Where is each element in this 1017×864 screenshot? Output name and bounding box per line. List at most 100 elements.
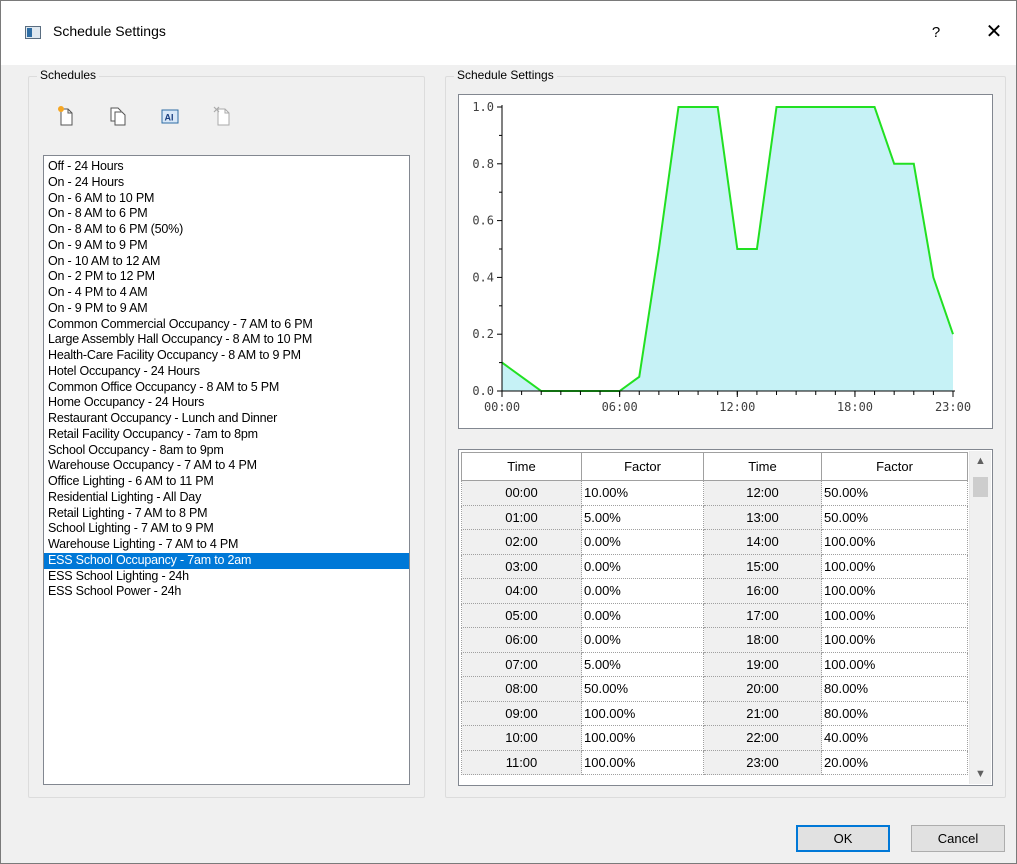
help-button[interactable]: ?: [921, 19, 951, 47]
factor-cell[interactable]: 40.00%: [821, 725, 968, 751]
grid-scrollbar[interactable]: ▲ ▼: [969, 451, 991, 784]
scroll-thumb[interactable]: [973, 477, 988, 497]
schedule-list-item[interactable]: School Occupancy - 8am to 9pm: [44, 443, 409, 459]
schedule-list-item[interactable]: On - 10 AM to 12 AM: [44, 254, 409, 270]
new-schedule-icon: [58, 106, 73, 126]
schedule-list-item[interactable]: ESS School Lighting - 24h: [44, 569, 409, 585]
factor-cell[interactable]: 0.00%: [581, 627, 704, 653]
time-cell: 11:00: [461, 749, 582, 775]
svg-text:AI: AI: [165, 113, 174, 123]
schedule-list-item[interactable]: On - 24 Hours: [44, 175, 409, 191]
column-header[interactable]: Factor: [581, 452, 704, 481]
schedule-list-item[interactable]: On - 9 PM to 9 AM: [44, 301, 409, 317]
factor-cell[interactable]: 100.00%: [821, 651, 968, 677]
window-title: Schedule Settings: [53, 23, 166, 39]
factor-cell[interactable]: 5.00%: [581, 651, 704, 677]
app-window-icon: [25, 26, 41, 39]
schedule-list-item[interactable]: Hotel Occupancy - 24 Hours: [44, 364, 409, 380]
schedule-list-item[interactable]: On - 9 AM to 9 PM: [44, 238, 409, 254]
time-cell: 10:00: [461, 725, 582, 751]
rename-schedule-button[interactable]: AI: [158, 104, 182, 128]
schedule-list-item[interactable]: ESS School Occupancy - 7am to 2am: [44, 552, 409, 569]
factor-cell[interactable]: 50.00%: [821, 504, 968, 530]
table-row: 01:00 5.00% 13:00 50.00%: [461, 504, 968, 530]
delete-schedule-icon: [213, 106, 230, 126]
time-cell: 08:00: [461, 676, 582, 702]
schedule-factor-grid[interactable]: Time Factor Time Factor 00:00 10.00% 12:00 50.…: [458, 449, 993, 786]
schedule-settings-dialog: Schedule Settings ? ✕ Schedules AI Off -…: [0, 0, 1017, 864]
factor-cell[interactable]: 50.00%: [581, 676, 704, 702]
column-header[interactable]: Time: [703, 452, 822, 481]
column-header[interactable]: Factor: [821, 452, 968, 481]
factor-cell[interactable]: 100.00%: [581, 725, 704, 751]
ok-button[interactable]: OK: [796, 825, 890, 852]
schedule-list-item[interactable]: Office Lighting - 6 AM to 11 PM: [44, 474, 409, 490]
schedule-chart: 0.0 0.2 0.4 0.6 0.8 1.0 00:00 06:00 12:00 18:00 23…: [458, 94, 993, 429]
factor-cell[interactable]: 5.00%: [581, 504, 704, 530]
delete-schedule-button[interactable]: [210, 104, 234, 128]
schedule-list-item[interactable]: Large Assembly Hall Occupancy - 8 AM to …: [44, 332, 409, 348]
table-row: 03:00 0.00% 15:00 100.00%: [461, 553, 968, 579]
factor-cell[interactable]: 100.00%: [821, 553, 968, 579]
schedule-list-item[interactable]: School Lighting - 7 AM to 9 PM: [44, 521, 409, 537]
time-cell: 19:00: [703, 651, 822, 677]
schedule-list-item[interactable]: On - 6 AM to 10 PM: [44, 191, 409, 207]
schedule-settings-group-label: Schedule Settings: [454, 68, 557, 82]
schedule-list-item[interactable]: Home Occupancy - 24 Hours: [44, 395, 409, 411]
factor-cell[interactable]: 20.00%: [821, 749, 968, 775]
table-row: 02:00 0.00% 14:00 100.00%: [461, 529, 968, 555]
schedule-list-item[interactable]: Health-Care Facility Occupancy - 8 AM to…: [44, 348, 409, 364]
schedule-list-items: Off - 24 Hours On - 24 Hours On - 6 AM to …: [44, 156, 409, 600]
factor-cell[interactable]: 100.00%: [581, 700, 704, 726]
table-row: 05:00 0.00% 17:00 100.00%: [461, 602, 968, 628]
series-area: [502, 107, 953, 391]
factor-cell[interactable]: 0.00%: [581, 602, 704, 628]
schedule-list[interactable]: Off - 24 Hours On - 24 Hours On - 6 AM to …: [43, 155, 410, 785]
x-tick-label: 00:00: [484, 400, 520, 414]
factor-cell[interactable]: 100.00%: [821, 602, 968, 628]
x-tick-label: 06:00: [602, 400, 638, 414]
schedule-list-item[interactable]: On - 4 PM to 4 AM: [44, 285, 409, 301]
x-tick-label: 12:00: [719, 400, 755, 414]
schedule-list-item[interactable]: Common Commercial Occupancy - 7 AM to 6 …: [44, 317, 409, 333]
schedule-list-item[interactable]: Restaurant Occupancy - Lunch and Dinner: [44, 411, 409, 427]
factor-cell[interactable]: 10.00%: [581, 480, 704, 506]
scroll-down-button[interactable]: ▼: [970, 764, 991, 784]
title-bar[interactable]: Schedule Settings ? ✕: [1, 1, 1016, 65]
new-schedule-button[interactable]: [54, 104, 78, 128]
schedule-list-item[interactable]: Residential Lighting - All Day: [44, 490, 409, 506]
factor-cell[interactable]: 0.00%: [581, 578, 704, 604]
factor-cell[interactable]: 80.00%: [821, 676, 968, 702]
factor-cell[interactable]: 0.00%: [581, 529, 704, 555]
schedule-list-item[interactable]: Off - 24 Hours: [44, 159, 409, 175]
factor-cell[interactable]: 100.00%: [581, 749, 704, 775]
schedule-list-item[interactable]: Warehouse Occupancy - 7 AM to 4 PM: [44, 458, 409, 474]
time-cell: 22:00: [703, 725, 822, 751]
factor-cell[interactable]: 100.00%: [821, 627, 968, 653]
schedule-list-item[interactable]: Warehouse Lighting - 7 AM to 4 PM: [44, 537, 409, 553]
y-tick-label: 1.0: [472, 100, 494, 114]
factor-cell[interactable]: 80.00%: [821, 700, 968, 726]
schedule-list-item[interactable]: Retail Facility Occupancy - 7am to 8pm: [44, 427, 409, 443]
schedule-list-item[interactable]: On - 8 AM to 6 PM (50%): [44, 222, 409, 238]
table-row: 09:00 100.00% 21:00 80.00%: [461, 700, 968, 726]
copy-schedule-button[interactable]: [106, 104, 130, 128]
schedule-list-item[interactable]: On - 2 PM to 12 PM: [44, 269, 409, 285]
schedule-list-item[interactable]: ESS School Power - 24h: [44, 584, 409, 600]
factor-cell[interactable]: 100.00%: [821, 578, 968, 604]
factor-cell[interactable]: 0.00%: [581, 553, 704, 579]
time-cell: 12:00: [703, 480, 822, 506]
table-header-row: Time Factor Time Factor: [461, 452, 968, 481]
cancel-button[interactable]: Cancel: [911, 825, 1005, 852]
factor-cell[interactable]: 100.00%: [821, 529, 968, 555]
time-cell: 00:00: [461, 480, 582, 506]
close-button[interactable]: ✕: [977, 19, 1011, 47]
schedule-list-item[interactable]: On - 8 AM to 6 PM: [44, 206, 409, 222]
column-header[interactable]: Time: [461, 452, 582, 481]
time-cell: 15:00: [703, 553, 822, 579]
scroll-up-button[interactable]: ▲: [970, 451, 991, 471]
schedule-list-item[interactable]: Common Office Occupancy - 8 AM to 5 PM: [44, 380, 409, 396]
schedule-list-item[interactable]: Retail Lighting - 7 AM to 8 PM: [44, 506, 409, 522]
factor-cell[interactable]: 50.00%: [821, 480, 968, 506]
time-cell: 04:00: [461, 578, 582, 604]
